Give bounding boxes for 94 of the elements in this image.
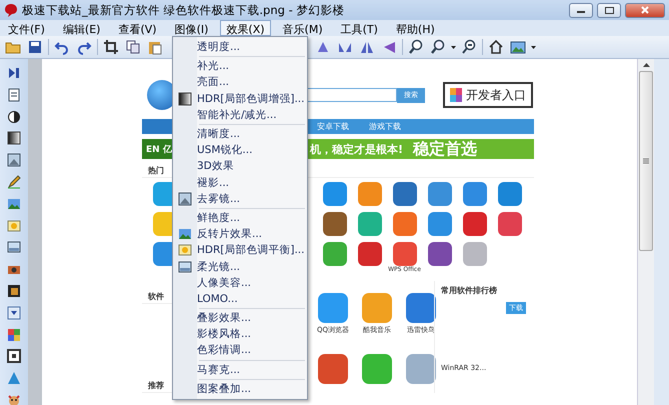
banner-text: 机，稳定才是根本! [310, 142, 404, 156]
section-title: 热门 [148, 164, 164, 176]
app-icon[interactable] [392, 182, 416, 206]
app-icon[interactable] [498, 182, 522, 206]
color-grid-icon[interactable] [6, 326, 22, 343]
crop-icon[interactable] [103, 39, 119, 55]
skip-icon[interactable] [6, 65, 22, 81]
menu-item[interactable]: 音乐(M) [276, 20, 329, 36]
photo-icon[interactable] [6, 152, 22, 168]
tiles-icon [450, 88, 462, 102]
save-icon[interactable] [27, 39, 43, 55]
menu-option[interactable]: LOMO... [173, 290, 307, 307]
caret-icon[interactable] [531, 46, 536, 48]
grip-icon [643, 158, 649, 164]
menu-item[interactable]: 帮助(H) [390, 20, 441, 36]
menu-option[interactable]: 褪影... [173, 174, 307, 191]
developer-link[interactable]: 开发者入口 [443, 82, 533, 108]
panel-icon [178, 260, 192, 274]
menu-item[interactable]: 图像(I) [168, 20, 214, 36]
app-icon[interactable] [322, 242, 346, 266]
close-button[interactable] [625, 2, 665, 18]
window-title: 极速下载站_最新官方软件 绿色软件极速下载.png - 梦幻影楼 [22, 2, 346, 18]
app-icon[interactable] [358, 242, 382, 266]
landscape-icon [178, 227, 192, 242]
section-title: 软件 [148, 290, 164, 302]
app-icon[interactable] [462, 212, 486, 236]
scrollbar[interactable] [637, 59, 654, 405]
app-icon[interactable] [428, 182, 452, 206]
app-icon[interactable] [392, 212, 416, 236]
app-icon[interactable] [428, 212, 452, 236]
app-icon[interactable] [362, 354, 392, 384]
caret-icon[interactable] [451, 46, 456, 48]
arrow-down-icon[interactable] [6, 304, 22, 321]
menu-item[interactable]: 文件(F) [2, 20, 51, 36]
ranking-title: 常用软件排行榜 [441, 285, 498, 296]
frame-icon[interactable] [6, 282, 22, 299]
copy-icon[interactable] [125, 39, 141, 55]
paste-icon[interactable] [147, 39, 163, 55]
menu-option[interactable]: 3D效果 [173, 158, 307, 174]
minimize-button[interactable] [569, 2, 593, 18]
app-icon[interactable] [322, 212, 346, 236]
photo-icon [178, 192, 192, 206]
scroll-up-icon[interactable] [642, 63, 650, 67]
panel-icon[interactable] [6, 239, 22, 256]
menu-item[interactable]: 查看(V) [112, 20, 163, 36]
menu-option[interactable]: 透明度... [173, 39, 307, 56]
app-icon[interactable] [392, 242, 416, 266]
app-icon[interactable] [318, 293, 348, 323]
menu-option[interactable]: 反转片效果... [173, 226, 307, 242]
gradient-icon [178, 92, 192, 106]
app-icon[interactable] [358, 212, 382, 236]
sun-icon[interactable] [6, 218, 22, 234]
maximize-button[interactable] [597, 2, 621, 18]
square-icon[interactable] [6, 348, 22, 364]
close-icon [641, 6, 649, 14]
menu-option[interactable]: 影楼风格... [173, 326, 307, 342]
picture-icon[interactable] [510, 39, 526, 55]
menu-option[interactable]: 去雾镜... [173, 190, 307, 207]
gradient-icon[interactable] [6, 130, 22, 146]
app-icon[interactable] [462, 182, 486, 206]
menu-option[interactable]: 亮面... [173, 74, 307, 91]
sun-icon [178, 243, 192, 258]
menu-option[interactable]: 补光... [173, 58, 307, 74]
app-icon[interactable] [318, 354, 348, 384]
scroll-thumb[interactable] [639, 71, 653, 251]
section-title: 推荐 [148, 380, 164, 390]
menu-item[interactable]: 编辑(E) [56, 20, 106, 36]
menu-option[interactable]: 柔光镜... [173, 258, 307, 275]
home-icon[interactable] [488, 39, 504, 55]
menu-option[interactable]: 鲜艳度... [173, 210, 307, 226]
menu-option[interactable]: 智能补光/减光... [173, 106, 307, 123]
contrast-icon[interactable] [6, 108, 22, 125]
zoom-icon[interactable] [430, 39, 446, 55]
maximize-icon [604, 6, 614, 14]
triangle-icon[interactable] [6, 370, 22, 386]
menu-option[interactable]: 图案叠加... [173, 380, 307, 397]
app-icon[interactable] [428, 242, 452, 266]
menu-option[interactable]: HDR[局部色调增强]... [173, 90, 307, 107]
menu-option[interactable]: 马赛克... [173, 362, 307, 378]
app-icon[interactable] [498, 212, 522, 236]
menu-option[interactable]: 色彩情调... [173, 342, 307, 359]
menu-option[interactable]: 叠影效果... [173, 310, 307, 326]
menu-option[interactable]: 人像美容... [173, 274, 307, 291]
zoom-out-icon[interactable] [461, 39, 477, 55]
menu-item[interactable]: 工具(T) [334, 20, 384, 36]
list-icon[interactable] [6, 86, 22, 103]
zoom-in-icon[interactable] [408, 39, 424, 55]
menu-item[interactable]: 效果(X) [220, 20, 271, 36]
menu-option[interactable]: HDR[局部色调平衡]... [173, 242, 307, 258]
banner-slogan: 稳定首选 [413, 138, 478, 160]
app-logo-icon [4, 3, 18, 17]
app-icon[interactable] [322, 182, 346, 206]
app-icon[interactable] [406, 293, 436, 323]
pencil-icon[interactable] [6, 174, 22, 190]
